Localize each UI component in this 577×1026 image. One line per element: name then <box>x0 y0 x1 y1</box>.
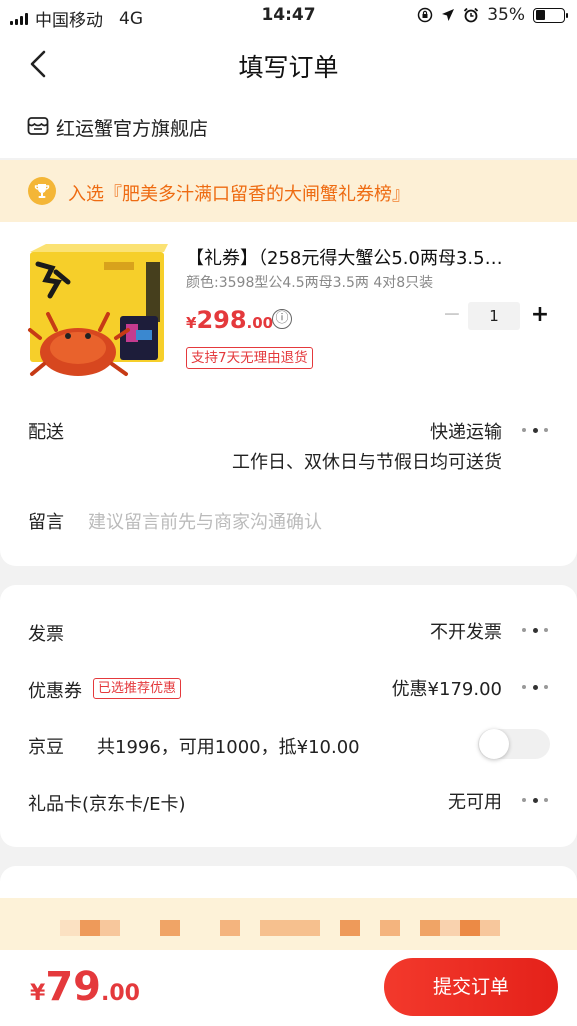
jingdou-label: 京豆 <box>28 737 64 758</box>
gift-card-label: 礼品卡(京东卡/E卡) <box>28 794 186 815</box>
blurred-block <box>420 920 440 936</box>
total-price: ¥79.00 <box>30 964 140 1010</box>
quantity-stepper: − 1 + <box>438 302 556 330</box>
store-icon <box>27 117 49 135</box>
info-icon[interactable]: ⓘ <box>272 309 292 329</box>
blurred-block <box>440 920 460 936</box>
toggle-knob <box>479 729 509 759</box>
product-price: ¥298.00 <box>186 306 273 334</box>
product-image[interactable] <box>26 244 168 382</box>
blurred-block <box>340 920 360 936</box>
increase-quantity-button[interactable]: + <box>526 302 554 330</box>
delivery-label: 配送 <box>28 422 64 443</box>
blurred-block <box>220 920 240 936</box>
promo-strip <box>0 898 577 950</box>
coupon-value[interactable]: 优惠¥179.00 <box>392 675 502 701</box>
coupon-label: 优惠券 <box>28 681 82 702</box>
delivery-schedule: 工作日、双休日与节假日均可送货 <box>232 452 502 473</box>
blurred-block <box>160 920 180 936</box>
blurred-block <box>80 920 100 936</box>
total-integer: 79 <box>45 964 101 1010</box>
quantity-input[interactable]: 1 <box>468 302 520 330</box>
status-bar: 中国移动 4G 14:47 35% <box>0 0 577 32</box>
page-title: 填写订单 <box>238 53 339 82</box>
jingdou-detail: 共1996，可用1000，抵¥10.00 <box>97 737 360 758</box>
invoice-value[interactable]: 不开发票 <box>430 618 502 644</box>
delivery-more-icon[interactable] <box>522 425 548 435</box>
status-right: 35% <box>417 5 568 25</box>
product-title[interactable]: 【礼券】（258元得大蟹公5.0两母3.5… <box>186 244 556 270</box>
coupon-more-icon[interactable] <box>522 682 548 692</box>
blurred-block <box>100 920 120 936</box>
price-decimal: .00 <box>246 314 274 332</box>
alarm-icon <box>464 7 479 23</box>
location-icon <box>442 9 455 21</box>
gift-card-value[interactable]: 无可用 <box>448 788 502 814</box>
price-currency: ¥ <box>186 314 197 332</box>
price-integer: 298 <box>196 306 247 334</box>
shop-name: 红运蟹官方旗舰店 <box>56 118 209 140</box>
blurred-block <box>60 920 80 936</box>
payment-options-card: 发票 不开发票 优惠券 已选推荐优惠 优惠¥179.00 京豆 共1996，可用… <box>0 585 577 847</box>
jingdou-toggle[interactable] <box>478 729 550 759</box>
checkout-bar: ¥79.00 提交订单 <box>0 950 577 1026</box>
blurred-block <box>460 920 480 936</box>
order-item-card: 【礼券】（258元得大蟹公5.0两母3.5… 颜色:3598型公4.5两母3.5… <box>0 222 577 566</box>
trophy-icon <box>28 177 56 205</box>
invoice-more-icon[interactable] <box>522 625 548 635</box>
decrease-quantity-button[interactable]: − <box>438 302 466 330</box>
nav-bar: 填写订单 <box>0 32 577 96</box>
banner-text: 入选『肥美多汁满口留香的大闸蟹礼券榜』 <box>68 184 410 205</box>
rotation-lock-icon <box>417 7 433 23</box>
product-spec: 颜色:3598型公4.5两母3.5两 4对8只装 <box>186 275 434 291</box>
shop-header[interactable]: 红运蟹官方旗舰店 <box>0 96 577 158</box>
battery-icon <box>533 7 568 23</box>
message-input[interactable]: 建议留言前先与商家沟通确认 <box>88 508 322 534</box>
battery-percent: 35% <box>487 5 525 25</box>
delivery-method[interactable]: 快递运输 <box>430 418 502 444</box>
blurred-block <box>380 920 400 936</box>
total-currency: ¥ <box>30 981 46 1006</box>
submit-order-button[interactable]: 提交订单 <box>384 958 558 1016</box>
return-policy-badge: 支持7天无理由退货 <box>186 347 313 369</box>
blurred-block <box>480 920 500 936</box>
ranking-banner[interactable]: 入选『肥美多汁满口留香的大闸蟹礼券榜』 <box>0 160 577 222</box>
battery-level <box>535 10 545 20</box>
coupon-recommended-tag: 已选推荐优惠 <box>93 678 182 699</box>
blurred-block <box>260 920 320 936</box>
message-label: 留言 <box>28 512 64 533</box>
invoice-label: 发票 <box>28 624 64 645</box>
total-decimal: .00 <box>100 981 140 1006</box>
gift-card-more-icon[interactable] <box>522 795 548 805</box>
